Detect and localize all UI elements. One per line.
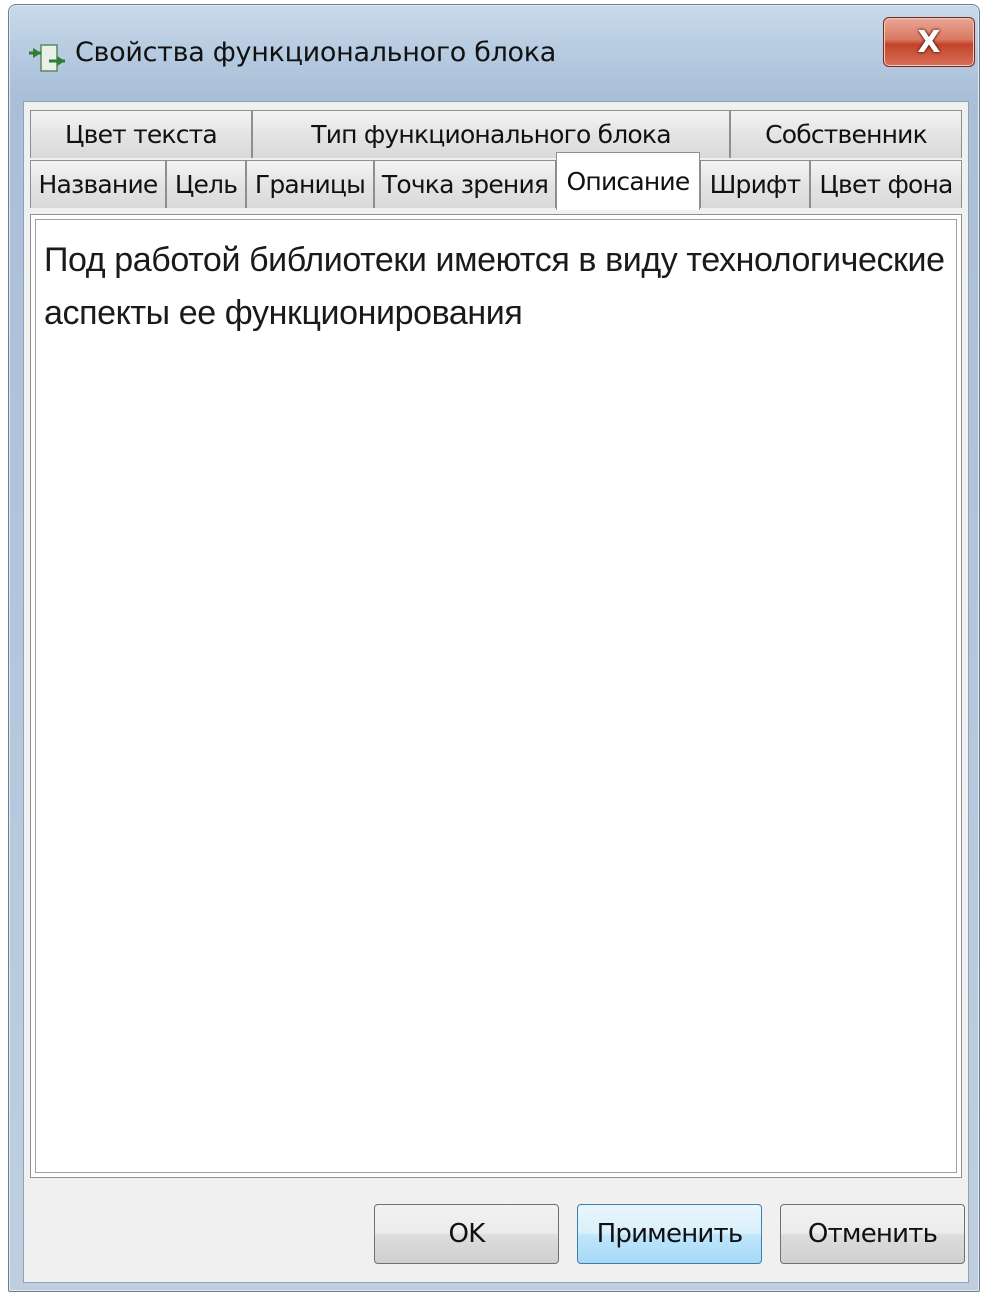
tab-block-type[interactable]: Тип функционального блока xyxy=(252,110,730,158)
tab-owner[interactable]: Собственник xyxy=(730,110,962,158)
description-textarea[interactable]: Под работой библиотеки имеются в виду те… xyxy=(35,219,957,1173)
tab-viewpoint[interactable]: Точка зрения xyxy=(374,160,556,208)
close-button[interactable]: X xyxy=(883,17,975,67)
tab-description[interactable]: Описание xyxy=(556,152,700,210)
tab-text-color[interactable]: Цвет текста xyxy=(30,110,252,158)
button-bar: OK Применить Отменить xyxy=(24,1204,968,1266)
title-bar[interactable]: Свойства функционального блока X xyxy=(9,5,979,101)
properties-dialog: Свойства функционального блока X Цвет те… xyxy=(8,4,980,1292)
cancel-button[interactable]: Отменить xyxy=(780,1204,965,1264)
ok-button[interactable]: OK xyxy=(374,1204,559,1264)
function-block-icon xyxy=(29,44,65,72)
tab-font[interactable]: Шрифт xyxy=(700,160,810,208)
dialog-body: Цвет текста Тип функционального блока Со… xyxy=(23,101,969,1283)
close-icon: X xyxy=(917,24,941,60)
tab-goal[interactable]: Цель xyxy=(166,160,246,208)
tab-strip: Цвет текста Тип функционального блока Со… xyxy=(30,110,962,222)
tab-background-color[interactable]: Цвет фона xyxy=(810,160,962,208)
tab-name[interactable]: Название xyxy=(30,160,166,208)
window-title: Свойства функционального блока xyxy=(75,37,557,68)
tab-content-panel: Под работой библиотеки имеются в виду те… xyxy=(30,214,962,1178)
apply-button[interactable]: Применить xyxy=(577,1204,762,1264)
tab-bounds[interactable]: Границы xyxy=(246,160,374,208)
